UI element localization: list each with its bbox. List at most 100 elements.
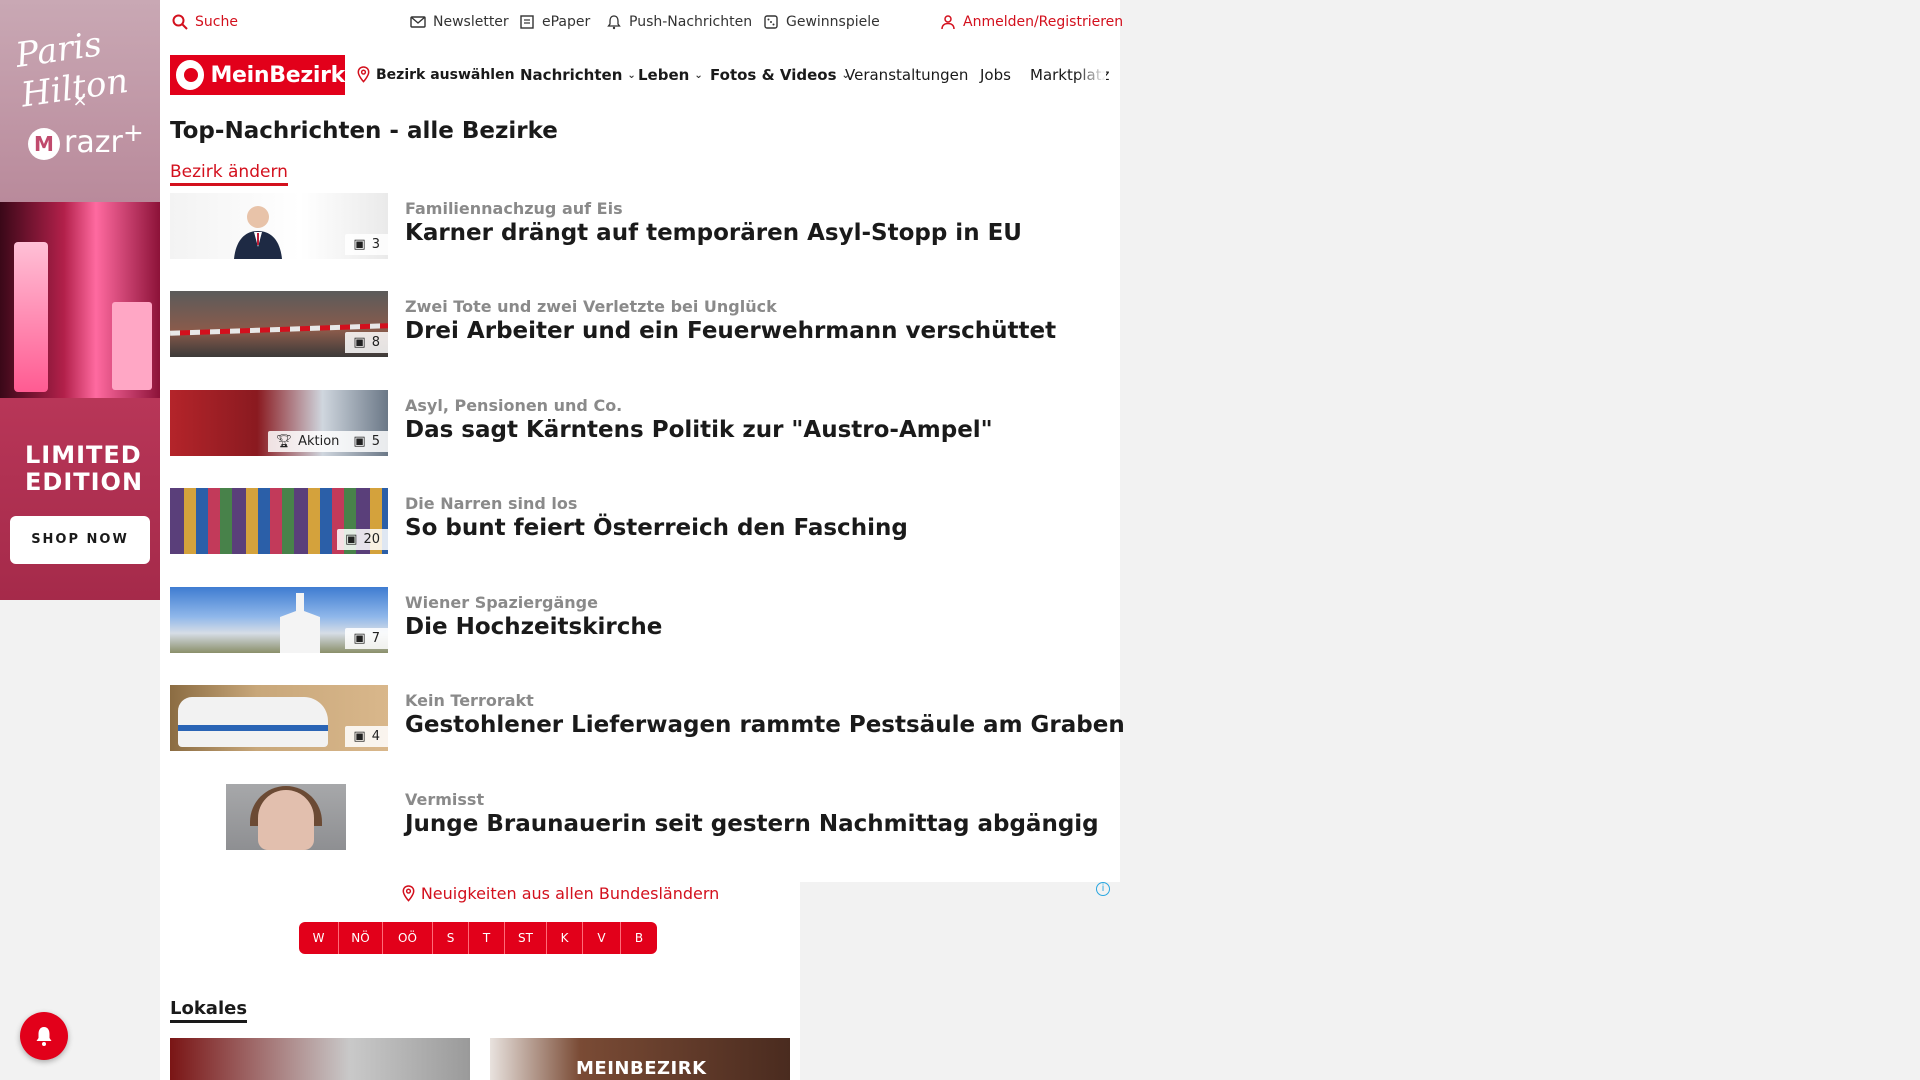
nav-fade [1076, 60, 1106, 94]
nav-item-jobs[interactable]: Jobs [980, 66, 1011, 84]
article-headline[interactable]: Drei Arbeiter und ein Feuerwehrmann vers… [405, 318, 1056, 344]
right-advertisement[interactable]: i [800, 882, 1120, 1080]
ad-brand2-text: razr [64, 125, 123, 160]
bundesland-button-b[interactable]: B [621, 922, 657, 954]
ad-info-icon[interactable]: i [1096, 882, 1110, 896]
push-notifications-link[interactable]: Push-Nachrichten [606, 14, 752, 30]
article-item[interactable]: Vermisst Junge Braunauerin seit gestern … [170, 784, 1110, 852]
article-item[interactable]: ▣ 4 Kein Terrorakt Gestohlener Lieferwage… [170, 685, 1125, 753]
ad-phone-image [14, 242, 48, 392]
bundesland-button-k[interactable]: K [547, 922, 583, 954]
user-icon [941, 15, 955, 30]
bundeslaender-heading[interactable]: Neuigkeiten aus allen Bundesländern [320, 884, 800, 903]
gewinnspiele-link[interactable]: Gewinnspiele [763, 14, 880, 30]
article-kicker: Asyl, Pensionen und Co. [405, 396, 623, 415]
nav-item-fotos-videos[interactable]: Fotos & Videos ⌄ [710, 66, 850, 84]
image-count: ▣ 7 [345, 628, 388, 649]
nav-item-veranstaltungen[interactable]: Veranstaltungen [845, 66, 968, 84]
portrait-face [258, 790, 314, 850]
left-advertisement[interactable]: ▷ⓘ Paris Hilton × Mrazr+ LIMITED EDITION… [0, 0, 160, 600]
aktion-badge: Aktion [298, 434, 340, 449]
nav-item-leben[interactable]: Leben ⌄ [638, 66, 703, 84]
bundesland-button-w[interactable]: W [299, 922, 339, 954]
article-thumbnail[interactable]: ▣ 8 [170, 291, 388, 357]
trophy-icon: 🏆︎ [275, 434, 293, 449]
utility-bar: Suche Newsletter ePaper Push-Nachrichten… [160, 0, 1123, 46]
lokales-card-text: MEINBEZIRK [576, 1058, 707, 1079]
select-bezirk-label: Bezirk auswählen [376, 66, 515, 83]
article-headline[interactable]: Junge Braunauerin seit gestern Nachmitta… [405, 811, 1099, 837]
search-link[interactable]: Suche [172, 14, 238, 30]
nav-label: Nachrichten [520, 66, 623, 84]
gallery-icon: ▣ [353, 434, 366, 449]
image-count-value: 20 [363, 532, 380, 547]
ad-shop-now-button[interactable]: SHOP NOW [10, 516, 150, 564]
logo-text: MeinBezirk [210, 62, 345, 88]
select-bezirk-button[interactable]: Bezirk auswählen [356, 66, 515, 83]
article-headline[interactable]: Gestohlener Lieferwagen rammte Pestsäule… [405, 712, 1125, 738]
lokales-card-image[interactable] [170, 1038, 470, 1080]
van-image [178, 697, 328, 747]
image-count-value: 8 [371, 335, 380, 350]
gewinnspiele-label: Gewinnspiele [786, 14, 880, 30]
chevron-down-icon: ⌄ [694, 69, 703, 81]
article-item[interactable]: ▣ 8 Zwei Tote und zwei Verletzte bei Ungl… [170, 291, 1110, 359]
newsletter-link[interactable]: Newsletter [410, 14, 509, 30]
main-navigation: MeinBezirk Bezirk auswählen Nachrichten ⌄… [160, 54, 1120, 102]
lokales-card-image[interactable]: MEINBEZIRK [490, 1038, 790, 1080]
police-stripe [178, 725, 328, 731]
article-headline[interactable]: Die Hochzeitskirche [405, 614, 662, 640]
chevron-down-icon: ⌄ [627, 69, 636, 81]
article-thumbnail[interactable]: ▣ 20 [170, 488, 388, 554]
image-count-value: 5 [371, 434, 380, 449]
article-item[interactable]: ▣ 7 Wiener Spaziergänge Die Hochzeitskirc… [170, 587, 1110, 655]
mail-icon [410, 16, 426, 28]
location-pin-icon [357, 66, 370, 83]
gallery-icon: ▣ [353, 729, 366, 744]
article-headline[interactable]: Das sagt Kärntens Politik zur "Austro-Am… [405, 417, 993, 443]
article-kicker: Zwei Tote und zwei Verletzte bei Unglück [405, 297, 777, 316]
notification-bell-button[interactable] [20, 1012, 68, 1060]
article-thumbnail[interactable] [170, 784, 388, 850]
gallery-icon: ▣ [345, 532, 358, 547]
image-count: ▣ 3 [345, 234, 388, 255]
nav-item-nachrichten[interactable]: Nachrichten ⌄ [520, 66, 636, 84]
lokales-heading[interactable]: Lokales [170, 998, 248, 1023]
article-headline[interactable]: So bunt feiert Österreich den Fasching [405, 515, 908, 541]
ad-product-image [0, 202, 160, 398]
bundesland-button-noe[interactable]: NÖ [339, 922, 383, 954]
article-item[interactable]: ▣ 3 Familiennachzug auf Eis Karner drängt… [170, 193, 1110, 261]
bundesland-button-s[interactable]: S [433, 922, 469, 954]
article-kicker: Familiennachzug auf Eis [405, 199, 623, 218]
change-bezirk-link[interactable]: Bezirk ändern [170, 162, 288, 186]
image-count: ▣ 4 [345, 726, 388, 747]
article-item[interactable]: 🏆︎ Aktion ▣ 5 Asyl, Pensionen und Co. Das s… [170, 390, 1110, 458]
person-image [234, 206, 282, 259]
login-label: Anmelden/Registrieren [963, 14, 1124, 30]
bundesland-button-v[interactable]: V [583, 922, 621, 954]
bundesland-button-t[interactable]: T [469, 922, 505, 954]
bundesland-button-st[interactable]: ST [505, 922, 547, 954]
article-thumbnail[interactable]: ▣ 4 [170, 685, 388, 751]
image-count-value: 7 [371, 631, 380, 646]
newsletter-label: Newsletter [433, 14, 509, 30]
article-item[interactable]: ▣ 20 Die Narren sind los So bunt feiert Ö… [170, 488, 1110, 556]
bundeslaender-title: Neuigkeiten aus allen Bundesländern [420, 884, 720, 903]
image-count-value: 3 [371, 237, 380, 252]
epaper-link[interactable]: ePaper [519, 14, 590, 30]
login-link[interactable]: Anmelden/Registrieren [940, 14, 1123, 30]
image-count: ▣ 8 [345, 332, 388, 353]
article-thumbnail[interactable]: 🏆︎ Aktion ▣ 5 [170, 390, 388, 456]
page-title: Top-Nachrichten - alle Bezirke [170, 118, 558, 144]
epaper-label: ePaper [542, 14, 591, 30]
article-headline[interactable]: Karner drängt auf temporären Asyl-Stopp … [405, 220, 1022, 246]
ad-limited-text: LIMITED EDITION [25, 441, 144, 496]
nav-label: Fotos & Videos [710, 66, 837, 84]
article-thumbnail[interactable]: ▣ 3 [170, 193, 388, 259]
image-count: 🏆︎ Aktion ▣ 5 [267, 431, 388, 452]
bundesland-button-ooe[interactable]: OÖ [383, 922, 433, 954]
ad-brand-panel: Paris Hilton × Mrazr+ [0, 0, 160, 202]
gallery-icon: ▣ [353, 631, 366, 646]
site-logo[interactable]: MeinBezirk [170, 55, 345, 95]
article-thumbnail[interactable]: ▣ 7 [170, 587, 388, 653]
